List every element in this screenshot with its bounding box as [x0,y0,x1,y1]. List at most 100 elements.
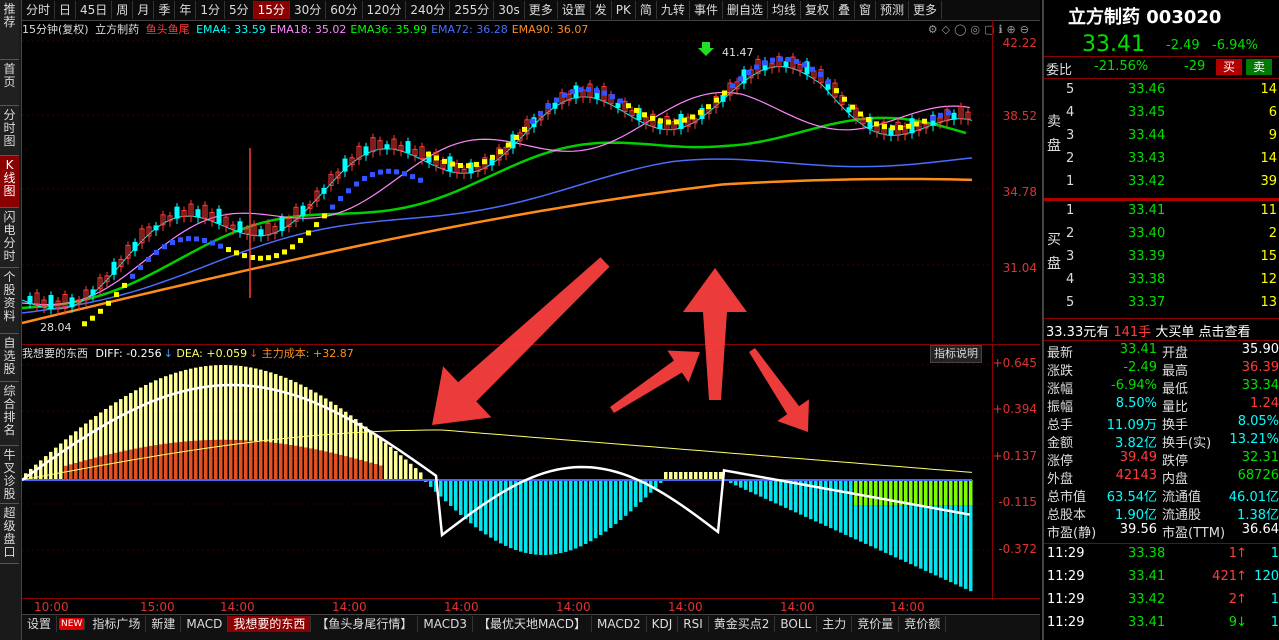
sidebar-item[interactable]: 牛叉诊股 [0,446,19,504]
indicator-tab[interactable]: KDJ [647,615,679,633]
toolbar-item[interactable]: 15分 [253,1,290,19]
time-label: 14:00 [220,600,255,614]
price-tick: 38.52 [1002,109,1037,123]
indicator-tab[interactable]: 【鱼头身尾行情】 [311,615,419,633]
toolbar-item[interactable]: 均线 [768,1,801,19]
stats-row: 振幅 8.50% 量比 1.24 [1044,396,1279,415]
buy-button[interactable]: 买 [1216,59,1242,75]
toolbar-item[interactable]: 删自选 [723,1,768,19]
indicator-tab[interactable]: RSI [678,615,709,633]
sidebar-item[interactable]: 超级盘口 [0,504,19,564]
up-arrow-icon: ↑ [1236,569,1247,584]
sidebar-item[interactable]: K线图 [0,156,19,208]
order-volume: 13 [1260,295,1277,310]
toolbar-item[interactable]: 更多 [525,1,558,19]
order-level: 1 [1066,203,1075,218]
toolbar-item[interactable]: 255分 [450,1,495,19]
stat-value: 1.90亿 [1115,508,1157,523]
stat-label: 振幅 [1047,400,1074,415]
toolbar-item[interactable]: 分时 [22,1,56,19]
tick-row: 11:29 33.41 9 ↓ 1 [1044,615,1279,635]
order-price: 33.41 [1128,203,1166,218]
order-volume: 39 [1260,174,1277,189]
toolbar-item[interactable]: 预测 [876,1,910,19]
ema-label: EMA36: 35.99 [350,23,428,36]
stat-label: 开盘 [1162,346,1189,361]
stats-row: 涨跌 -2.49 最高 36.39 [1044,360,1279,379]
order-volume: 9 [1268,128,1277,143]
indicator-tab[interactable]: 指标广场 [87,615,147,633]
toolbar-item[interactable]: 月 [133,1,155,19]
toolbar-item[interactable]: 30分 [290,1,327,19]
order-volume: 2 [1268,226,1277,241]
sub-indicator-name[interactable]: 我想要的东西 [22,347,88,360]
toolbar-item[interactable]: 发 [591,1,612,19]
order-row: 1 33.41 11 [1044,203,1279,223]
indicator-name[interactable]: 鱼头鱼尾 [146,23,190,36]
indicator-tab[interactable]: BOLL [775,615,818,633]
indicator-tab[interactable]: 黄金买点2 [709,615,776,633]
sidebar-item[interactable]: 推荐 [0,0,19,60]
time-label: 14:00 [444,600,479,614]
indicator-tab[interactable]: MACD2 [592,615,647,633]
indicator-tab[interactable]: 我想要的东西 [228,615,312,633]
order-level: 5 [1066,82,1075,97]
toolbar-item[interactable]: 年 [175,1,197,19]
indicator-tab[interactable]: 设置 [22,615,58,633]
indicator-tab[interactable]: MACD3 [418,615,473,633]
toolbar-item[interactable]: 60分 [326,1,363,19]
toolbar-item[interactable]: 事件 [690,1,723,19]
sidebar-item[interactable]: 首页 [0,60,19,106]
weibi-value: -21.56% [1094,59,1149,74]
sidebar-item[interactable]: 分时图 [0,106,19,156]
toolbar-item[interactable]: 设置 [558,1,591,19]
toolbar-item[interactable]: 45日 [76,1,113,19]
order-row: 4 33.38 12 [1044,272,1279,292]
toolbar-item[interactable]: 5分 [225,1,254,19]
toolbar-item[interactable]: 日 [55,1,77,19]
indicator-tab[interactable]: 主力 [817,615,853,633]
sell-button[interactable]: 卖 [1246,59,1272,75]
macd-sub-chart[interactable] [22,362,992,598]
indicator-tab[interactable]: NEW [59,618,86,630]
sidebar-item[interactable]: 个股资料 [0,268,19,334]
toolbar-item[interactable]: 九转 [657,1,690,19]
big-order-link[interactable]: 点击查看 [1198,325,1250,340]
indicator-tab[interactable]: 竞价量 [852,615,900,633]
toolbar-item[interactable]: 季 [154,1,176,19]
stat-value: 3.82亿 [1115,436,1157,451]
stat-label: 涨停 [1047,454,1074,469]
toolbar-item[interactable]: 更多 [909,1,943,19]
stat-label: 换手(实) [1162,436,1212,451]
price-tick: 31.04 [1002,261,1037,275]
toolbar-item[interactable]: 周 [112,1,134,19]
sidebar-item[interactable]: 闪电分时 [0,208,19,268]
toolbar-item[interactable]: 30s [494,1,525,19]
toolbar-item[interactable]: 复权 [801,1,834,19]
indicator-help-button[interactable]: 指标说明 [930,345,982,363]
stat-value: 13.21% [1229,432,1279,447]
toolbar-item[interactable]: 叠 [834,1,856,19]
tick-time: 11:29 [1047,546,1085,561]
order-volume: 14 [1260,82,1277,97]
indicator-tab[interactable]: 【最优天地MACD】 [473,615,592,633]
toolbar-item[interactable]: 120分 [363,1,407,19]
toolbar-item[interactable]: PK [612,1,636,19]
big-order-line[interactable]: 33.33元有 141手 大买单 点击查看 [1046,321,1251,340]
low-price-mark: 28.04 [40,321,72,334]
toolbar-item[interactable]: 1分 [196,1,226,19]
sidebar-item[interactable]: 综合排名 [0,382,19,446]
stat-value: 33.41 [1119,342,1157,357]
toolbar-item[interactable]: 窗 [855,1,877,19]
kline-main-chart[interactable] [22,38,992,338]
stat-value: 42143 [1115,468,1157,483]
indicator-tab[interactable]: MACD [181,615,229,633]
indicator-tab[interactable]: 竞价额 [899,615,947,633]
toolbar-item[interactable]: 简 [636,1,657,19]
cost-value: 主力成本: +32.87 [261,347,354,360]
indicator-tab[interactable]: 新建 [146,615,182,633]
big-order-price: 33.33元有 [1046,325,1110,340]
stat-label: 量比 [1162,400,1189,415]
toolbar-item[interactable]: 240分 [406,1,451,19]
sidebar-item[interactable]: 自选股 [0,334,19,382]
